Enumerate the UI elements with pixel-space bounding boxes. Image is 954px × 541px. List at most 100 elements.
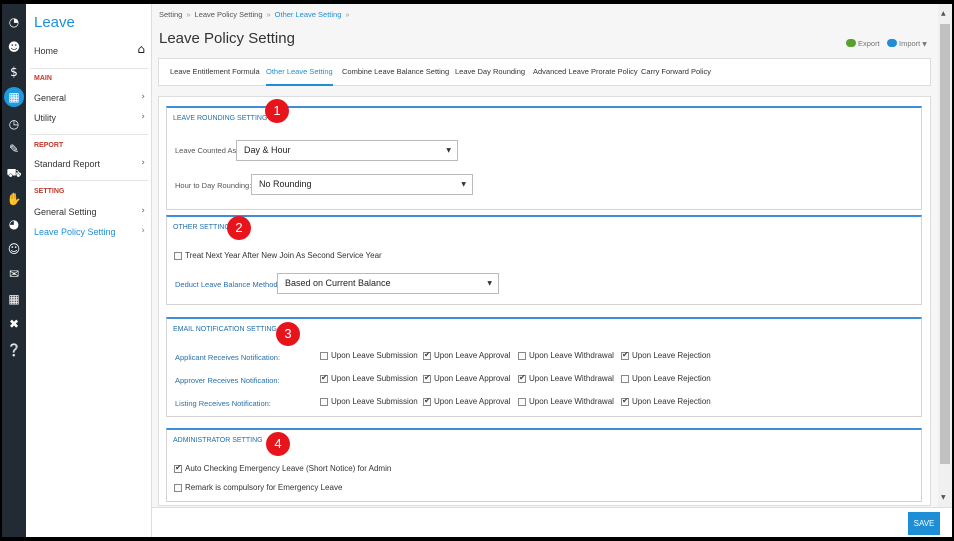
remark-compulsory-checkbox[interactable] (174, 484, 182, 492)
checkbox-label: Treat Next Year After New Join As Second… (185, 251, 382, 260)
administrator-setting-panel: ADMINISTRATOR SETTING 4 Auto Checking Em… (166, 428, 922, 502)
tab-other-leave-setting[interactable]: Other Leave Setting (266, 59, 333, 86)
menu-item-label: General Setting (34, 207, 97, 217)
notification-checkbox[interactable] (320, 398, 328, 406)
export-button[interactable]: Export (846, 39, 880, 48)
leave-counted-as-select[interactable]: Day & Hour ▼ (236, 140, 458, 161)
clock-icon[interactable]: ◷ (2, 114, 26, 134)
chevron-right-icon: › (141, 226, 145, 236)
breadcrumb-item[interactable]: Setting (159, 10, 182, 19)
notification-checkbox[interactable] (621, 350, 629, 360)
table-icon[interactable]: ▦ (2, 289, 26, 309)
smile-icon[interactable]: ☺ (2, 239, 26, 259)
menu-item-label: Utility (34, 113, 56, 123)
pie-icon[interactable]: ◕ (2, 214, 26, 234)
menu-item-leave-policy-setting[interactable]: Leave Policy Setting › (26, 224, 151, 242)
user-icon[interactable]: ☻ (2, 37, 26, 57)
notification-checkbox[interactable] (518, 398, 526, 406)
checkbox-label: Remark is compulsory for Emergency Leave (185, 483, 343, 492)
notification-option-label: Upon Leave Withdrawal (529, 351, 614, 360)
page-title: Leave Policy Setting (159, 30, 295, 47)
panel-title: OTHER SETTING (173, 224, 230, 231)
notification-option-label: Upon Leave Rejection (632, 374, 711, 383)
notification-option-label: Upon Leave Approval (434, 351, 511, 360)
tab-bar: Leave Entitlement Formula Other Leave Se… (158, 58, 931, 86)
tab-leave-entitlement-formula[interactable]: Leave Entitlement Formula (170, 59, 260, 86)
tab-combine-leave-balance-setting[interactable]: Combine Leave Balance Setting (342, 59, 449, 86)
chevron-right-icon: › (141, 206, 145, 216)
truck-icon[interactable]: ⛟ (2, 164, 26, 184)
breadcrumb-item[interactable]: Leave Policy Setting (195, 10, 263, 19)
home-icon: ⌂ (137, 42, 145, 56)
notification-checkbox[interactable] (423, 396, 431, 406)
scrollbar-thumb[interactable] (940, 24, 950, 464)
menu-item-home[interactable]: Home ⌂ (26, 40, 151, 60)
notification-row-label: Applicant Receives Notification: (175, 353, 281, 362)
menu-item-general-setting[interactable]: General Setting › (26, 204, 151, 222)
module-menu: Leave Home ⌂ MAIN General › Utility › RE… (26, 4, 152, 537)
callout-badge: 1 (265, 99, 289, 123)
section-main: MAIN (34, 75, 52, 82)
menu-item-utility[interactable]: Utility › (26, 110, 151, 128)
dashboard-icon[interactable]: ◔ (2, 12, 26, 32)
breadcrumb: Setting» Leave Policy Setting» Other Leave… (159, 10, 354, 19)
tools-icon[interactable]: ✖ (2, 314, 26, 334)
notification-checkbox[interactable] (320, 352, 328, 360)
notification-checkbox[interactable] (621, 396, 629, 406)
payroll-icon[interactable]: $ (2, 62, 26, 82)
notification-option-label: Upon Leave Approval (434, 374, 511, 383)
breadcrumb-current[interactable]: Other Leave Setting (275, 10, 342, 19)
module-rail: ◔ ☻ $ ▦ ◷ ✎ ⛟ ✋ ◕ ☺ ✉ ▦ ✖ ❔ (2, 4, 26, 537)
scroll-up-icon[interactable]: ▲ (941, 10, 946, 17)
menu-item-standard-report[interactable]: Standard Report › (26, 156, 151, 174)
tab-carry-forward-policy[interactable]: Carry Forward Policy (641, 59, 711, 86)
divider (30, 134, 148, 135)
callout-badge: 4 (266, 432, 290, 456)
chevron-right-icon: › (141, 158, 145, 168)
menu-item-general[interactable]: General › (26, 90, 151, 108)
hour-to-day-rounding-select[interactable]: No Rounding ▼ (251, 174, 473, 195)
appraisal-icon[interactable]: ✋ (2, 189, 26, 209)
import-button[interactable]: Import ▼ (887, 39, 927, 48)
deduct-leave-balance-method-select[interactable]: Based on Current Balance ▼ (277, 273, 499, 294)
vertical-scrollbar[interactable]: ▲ ▼ (938, 4, 952, 507)
section-report: REPORT (34, 142, 64, 149)
caret-down-icon: ▼ (487, 280, 492, 287)
claim-icon[interactable]: ✎ (2, 139, 26, 159)
select-value: Based on Current Balance (285, 278, 391, 288)
calendar-icon[interactable]: ▦ (4, 87, 24, 107)
auto-check-emergency-leave-checkbox[interactable] (174, 463, 182, 473)
import-label: Import (899, 39, 921, 48)
notification-row-label: Listing Receives Notification: (175, 399, 271, 408)
caret-down-icon: ▼ (446, 147, 451, 154)
notification-checkbox[interactable] (518, 352, 526, 360)
notification-checkbox[interactable] (518, 373, 526, 383)
notification-checkbox[interactable] (423, 350, 431, 360)
cloud-upload-icon (887, 39, 897, 47)
tab-leave-day-rounding[interactable]: Leave Day Rounding (455, 59, 525, 86)
treat-next-year-checkbox[interactable] (174, 252, 182, 260)
footer-bar: SAVE (152, 507, 952, 537)
callout-badge: 2 (227, 216, 251, 240)
scroll-down-icon[interactable]: ▼ (941, 494, 946, 501)
notification-option-label: Upon Leave Approval (434, 397, 511, 406)
main-content: Setting» Leave Policy Setting» Other Leave… (152, 4, 938, 537)
field-label: Deduct Leave Balance Method: (175, 280, 280, 289)
app-frame: ◔ ☻ $ ▦ ◷ ✎ ⛟ ✋ ◕ ☺ ✉ ▦ ✖ ❔ Leave Home ⌂… (0, 0, 954, 541)
callout-badge: 3 (276, 322, 300, 346)
menu-item-label: Standard Report (34, 159, 101, 169)
field-label: Hour to Day Rounding: (175, 181, 252, 190)
divider (30, 68, 148, 69)
help-icon[interactable]: ❔ (2, 340, 26, 360)
email-notification-panel: EMAIL NOTIFICATION SETTING 3 Applicant R… (166, 317, 922, 417)
form-icon[interactable]: ✉ (2, 264, 26, 284)
notification-checkbox[interactable] (621, 375, 629, 383)
tab-advanced-leave-prorate-policy[interactable]: Advanced Leave Prorate Policy (533, 59, 638, 86)
chevron-right-icon: › (141, 92, 145, 102)
save-button[interactable]: SAVE (908, 512, 940, 535)
leave-rounding-panel: LEAVE ROUNDING SETTING 1 Leave Counted A… (166, 99, 922, 210)
menu-item-label: Leave Policy Setting (34, 227, 116, 237)
notification-checkbox[interactable] (423, 373, 431, 383)
notification-checkbox[interactable] (320, 373, 328, 383)
notification-option-label: Upon Leave Submission (331, 351, 418, 360)
